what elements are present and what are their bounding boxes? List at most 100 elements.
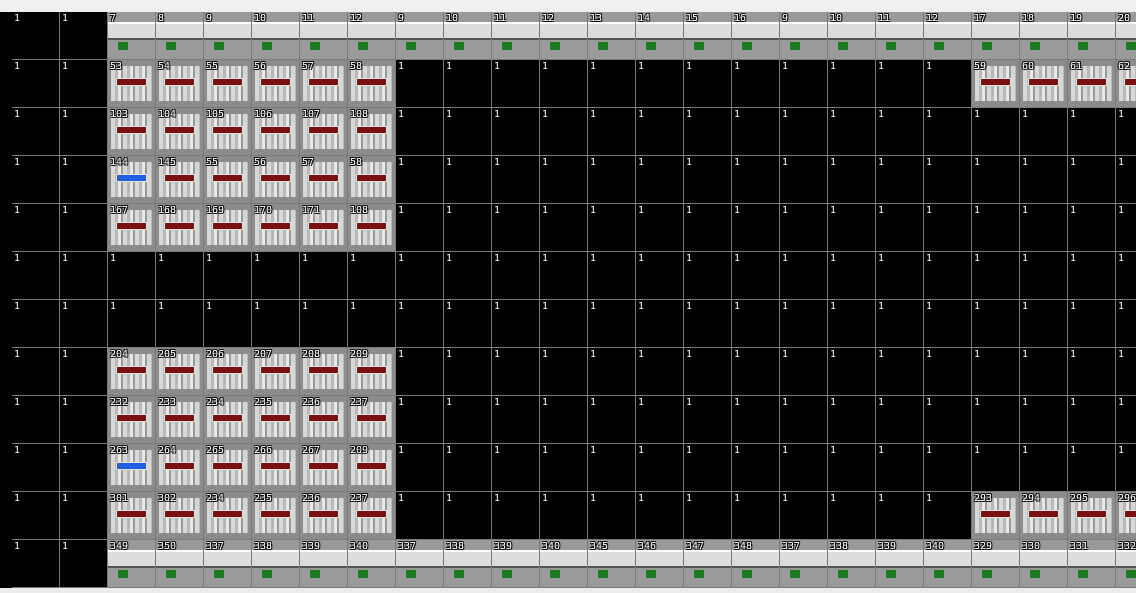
map-tile[interactable]: 265 [204, 444, 252, 492]
map-tile[interactable]: 1 [684, 300, 732, 348]
map-tile[interactable]: 1 [588, 252, 636, 300]
map-tile[interactable]: 12 [348, 12, 396, 60]
map-tile[interactable]: 1 [732, 396, 780, 444]
map-tile[interactable]: 1 [684, 204, 732, 252]
map-tile[interactable]: 294 [1020, 492, 1068, 540]
map-tile[interactable]: 1 [780, 156, 828, 204]
map-tile[interactable]: 1 [540, 60, 588, 108]
map-tile[interactable]: 18 [1020, 12, 1068, 60]
map-tile[interactable]: 1 [732, 204, 780, 252]
map-tile[interactable]: 1 [636, 156, 684, 204]
map-tile[interactable]: 1 [924, 252, 972, 300]
map-tile[interactable]: 337 [204, 540, 252, 588]
map-tile[interactable]: 1 [60, 540, 108, 588]
map-tile[interactable]: 1 [780, 492, 828, 540]
map-tile[interactable]: 1 [540, 348, 588, 396]
map-tile[interactable]: 1 [348, 252, 396, 300]
map-tile[interactable]: 1 [876, 300, 924, 348]
map-tile[interactable]: 1 [1068, 444, 1116, 492]
map-tile[interactable]: 1 [876, 156, 924, 204]
map-tile[interactable]: 1 [684, 108, 732, 156]
map-tile[interactable]: 1 [12, 156, 60, 204]
map-tile[interactable]: 1 [924, 204, 972, 252]
map-tile[interactable]: 302 [156, 492, 204, 540]
map-tile[interactable]: 1 [732, 348, 780, 396]
map-tile[interactable]: 1 [588, 492, 636, 540]
map-tile[interactable]: 1 [1068, 348, 1116, 396]
map-tile[interactable]: 1 [12, 204, 60, 252]
map-tile[interactable]: 1 [12, 348, 60, 396]
map-tile[interactable]: 1 [540, 252, 588, 300]
map-tile[interactable]: 1 [636, 444, 684, 492]
map-tile[interactable]: 1 [828, 156, 876, 204]
map-tile[interactable]: 208 [300, 348, 348, 396]
map-tile[interactable]: 1 [540, 204, 588, 252]
map-tile[interactable]: 1 [396, 156, 444, 204]
map-tile[interactable]: 1 [1116, 252, 1136, 300]
map-tile[interactable]: 56 [252, 156, 300, 204]
map-tile[interactable]: 345 [588, 540, 636, 588]
map-tile[interactable]: 1 [492, 444, 540, 492]
map-tile[interactable]: 235 [252, 492, 300, 540]
map-tile[interactable]: 1 [636, 348, 684, 396]
map-tile[interactable]: 1 [636, 108, 684, 156]
map-tile[interactable]: 1 [12, 396, 60, 444]
map-tile[interactable]: 1 [972, 444, 1020, 492]
map-tile[interactable]: 7 [108, 12, 156, 60]
map-tile[interactable]: 13 [588, 12, 636, 60]
map-tile[interactable]: 10 [828, 12, 876, 60]
map-tile[interactable]: 1 [732, 108, 780, 156]
map-tile[interactable]: 1 [588, 108, 636, 156]
map-tile[interactable]: 1 [684, 492, 732, 540]
map-tile[interactable]: 1 [396, 492, 444, 540]
map-tile[interactable]: 1 [348, 300, 396, 348]
map-tile[interactable]: 1 [732, 60, 780, 108]
map-tile[interactable]: 16 [732, 12, 780, 60]
map-tile[interactable]: 1 [444, 300, 492, 348]
map-tile[interactable]: 106 [252, 108, 300, 156]
map-tile[interactable]: 204 [108, 348, 156, 396]
map-tile[interactable]: 1 [636, 396, 684, 444]
map-tile[interactable]: 347 [684, 540, 732, 588]
map-tile[interactable]: 1 [444, 492, 492, 540]
map-tile[interactable]: 1 [492, 204, 540, 252]
map-tile[interactable]: 1 [684, 252, 732, 300]
map-tile[interactable]: 1 [1020, 108, 1068, 156]
map-tile[interactable]: 234 [204, 492, 252, 540]
map-tile[interactable]: 1 [396, 444, 444, 492]
map-tile[interactable]: 54 [156, 60, 204, 108]
map-tile[interactable]: 1 [828, 108, 876, 156]
map-tile[interactable]: 17 [972, 12, 1020, 60]
map-tile[interactable]: 60 [1020, 60, 1068, 108]
map-tile[interactable]: 55 [204, 60, 252, 108]
map-tile[interactable]: 1 [204, 252, 252, 300]
map-tile[interactable]: 1 [924, 108, 972, 156]
map-tile[interactable]: 1 [444, 108, 492, 156]
map-tile[interactable]: 1 [492, 60, 540, 108]
map-tile[interactable]: 1 [1020, 444, 1068, 492]
map-tile[interactable]: 10 [444, 12, 492, 60]
map-tile[interactable]: 1 [972, 156, 1020, 204]
map-tile[interactable]: 348 [732, 540, 780, 588]
map-tile[interactable]: 1 [1068, 204, 1116, 252]
map-tile[interactable]: 267 [300, 444, 348, 492]
tile-map[interactable]: 1 1 7 8 9 10 11 12 9 10 11 12 13 14 15 16 9 10 11 12 17 18 19 2… [0, 12, 1136, 588]
map-tile[interactable]: 11 [300, 12, 348, 60]
map-tile[interactable]: 1 [636, 60, 684, 108]
map-tile[interactable]: 1 [972, 300, 1020, 348]
map-tile[interactable]: 1 [12, 444, 60, 492]
map-tile[interactable]: 1 [1020, 204, 1068, 252]
map-tile[interactable]: 1 [12, 252, 60, 300]
map-tile[interactable]: 1 [540, 108, 588, 156]
map-tile[interactable]: 295 [1068, 492, 1116, 540]
map-tile[interactable]: 59 [972, 60, 1020, 108]
map-tile[interactable]: 332 [1116, 540, 1136, 588]
map-tile[interactable]: 1 [924, 156, 972, 204]
map-tile[interactable]: 1 [444, 60, 492, 108]
map-tile[interactable]: 1 [588, 300, 636, 348]
map-tile[interactable]: 232 [108, 396, 156, 444]
map-tile[interactable]: 1 [396, 396, 444, 444]
map-tile[interactable]: 234 [204, 396, 252, 444]
map-tile[interactable]: 337 [396, 540, 444, 588]
map-tile[interactable]: 1 [396, 348, 444, 396]
